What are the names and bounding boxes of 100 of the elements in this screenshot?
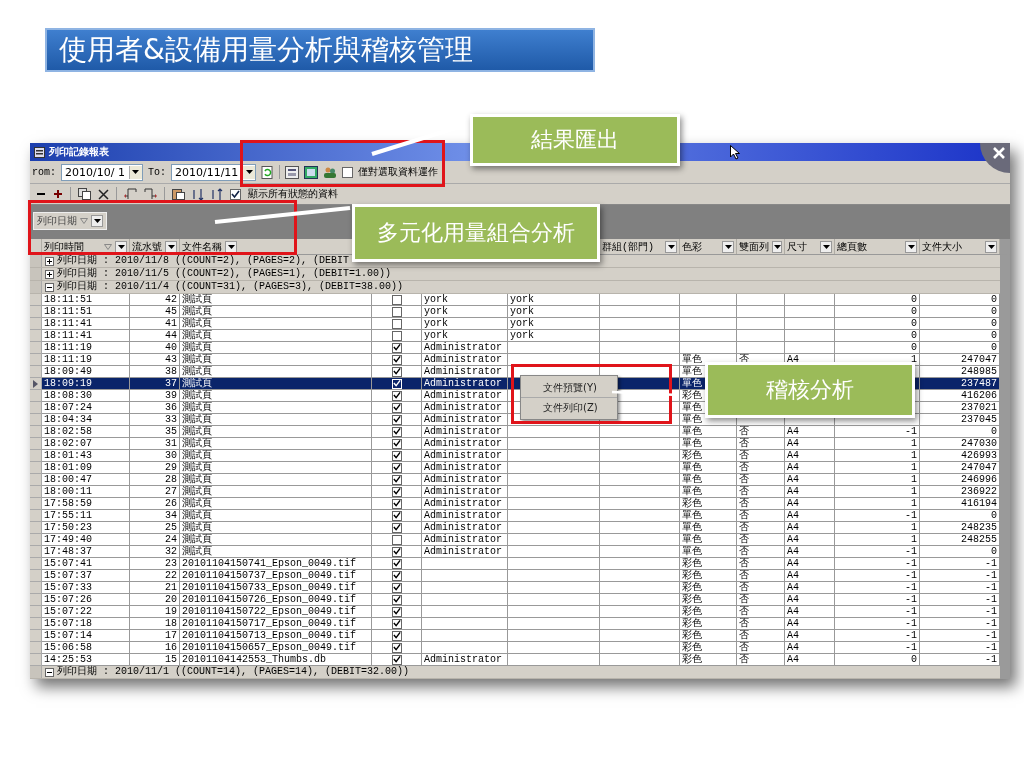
checkbox[interactable] — [391, 306, 402, 317]
dropdown-button[interactable] — [225, 240, 237, 253]
checkbox[interactable] — [391, 330, 402, 341]
clipboard-icon[interactable] — [172, 188, 185, 200]
indent-icon[interactable] — [124, 188, 137, 200]
row-selector[interactable] — [30, 378, 42, 390]
checkbox[interactable] — [391, 402, 402, 413]
group-by-chip[interactable]: 列印日期 — [33, 212, 107, 230]
copy-icon[interactable] — [78, 188, 91, 200]
table-row[interactable]: 15:07:26 20 20101104150726_Epson_0049.tif 彩色 否 A4 -1 -1 — [30, 594, 1000, 606]
checkbox[interactable] — [391, 582, 402, 593]
checkbox[interactable] — [391, 606, 402, 617]
caret-icon[interactable] — [724, 244, 732, 249]
checkbox[interactable] — [391, 366, 402, 377]
table-row[interactable]: 18:00:11 27 測試頁 Administrator 單色 否 A4 1 236922 — [30, 486, 1000, 498]
column-header[interactable]: 流水號 — [132, 239, 162, 254]
caret-icon[interactable] — [117, 244, 125, 249]
table-row[interactable]: 15:07:14 17 20101104150713_Epson_0049.tif 彩色 否 A4 -1 -1 — [30, 630, 1000, 642]
checkbox[interactable] — [391, 522, 402, 533]
dropdown-button[interactable] — [665, 240, 677, 253]
table-row[interactable]: 18:11:19 40 測試頁 Administrator 0 0 — [30, 342, 1000, 354]
caret-icon[interactable] — [907, 244, 915, 249]
table-row[interactable]: 17:50:23 25 測試頁 Administrator 單色 否 A4 1 248235 — [30, 522, 1000, 534]
checkbox[interactable] — [391, 642, 402, 653]
checkbox[interactable] — [391, 546, 402, 557]
column-header[interactable]: 雙面列 — [739, 239, 769, 254]
table-row[interactable]: 17:49:40 24 測試頁 Administrator 單色 否 A4 1 248255 — [30, 534, 1000, 546]
column-header[interactable]: 群組(部門) — [602, 239, 654, 254]
caret-icon[interactable] — [667, 244, 675, 249]
checkbox[interactable] — [391, 450, 402, 461]
refresh-icon[interactable] — [261, 165, 275, 179]
checkbox[interactable] — [391, 630, 402, 641]
checkbox[interactable] — [391, 570, 402, 581]
dropdown-button[interactable] — [115, 240, 127, 253]
checkbox[interactable] — [391, 426, 402, 437]
dropdown-button[interactable] — [722, 240, 734, 253]
checkbox[interactable] — [391, 390, 402, 401]
people-icon[interactable] — [323, 165, 338, 179]
dropdown-button[interactable] — [905, 240, 917, 253]
table-row[interactable]: 18:02:58 35 測試頁 Administrator 單色 否 A4 -1 0 — [30, 426, 1000, 438]
table-row[interactable]: 18:11:51 42 測試頁 york york 0 0 — [30, 294, 1000, 306]
table-row[interactable]: 17:48:37 32 測試頁 Administrator 單色 否 A4 -1 0 — [30, 546, 1000, 558]
date-field[interactable]: 2010/11/11 — [170, 163, 257, 181]
table-row[interactable]: 14:25:53 15 20101104142553_Thumbs.db Administrator 彩色 否 A4 0 -1 — [30, 654, 1000, 666]
caret-icon[interactable] — [167, 244, 175, 249]
document-icon[interactable] — [285, 165, 300, 179]
close-button[interactable] — [980, 143, 1010, 173]
caret-icon[interactable] — [132, 170, 140, 174]
checkbox[interactable] — [391, 654, 402, 665]
checkbox[interactable] — [391, 354, 402, 365]
column-header[interactable]: 總頁數 — [837, 239, 867, 254]
caret-icon[interactable] — [227, 244, 235, 249]
table-row[interactable]: 18:01:09 29 測試頁 Administrator 單色 否 A4 1 247047 — [30, 462, 1000, 474]
caret-icon[interactable] — [987, 244, 995, 249]
outdent-icon[interactable] — [144, 188, 157, 200]
checkbox[interactable] — [391, 294, 402, 305]
table-row[interactable]: 17:55:11 34 測試頁 Administrator 單色 否 A4 -1 0 — [30, 510, 1000, 522]
checkbox[interactable] — [342, 166, 354, 178]
table-row[interactable]: 18:00:47 28 測試頁 Administrator 單色 否 A4 1 246996 — [30, 474, 1000, 486]
delete-icon[interactable] — [98, 188, 109, 200]
close-icon[interactable] — [992, 146, 1006, 160]
table-row[interactable]: 18:02:07 31 測試頁 Administrator 單色 否 A4 1 247030 — [30, 438, 1000, 450]
caret-icon[interactable] — [245, 170, 253, 174]
table-row[interactable]: 18:11:51 45 測試頁 york york 0 0 — [30, 306, 1000, 318]
checkbox[interactable] — [391, 462, 402, 473]
sort-ascending-icon[interactable] — [192, 187, 204, 201]
checkbox[interactable] — [391, 414, 402, 425]
table-row[interactable]: 18:11:41 44 測試頁 york york 0 0 — [30, 330, 1000, 342]
table-row[interactable]: 15:07:18 18 20101104150717_Epson_0049.tif 彩色 否 A4 -1 -1 — [30, 618, 1000, 630]
checkbox[interactable] — [391, 594, 402, 605]
sort-descending-icon[interactable] — [211, 187, 223, 201]
table-row[interactable]: 15:07:22 19 20101104150722_Epson_0049.tif 彩色 否 A4 -1 -1 — [30, 606, 1000, 618]
dropdown-button[interactable] — [165, 240, 177, 253]
checkbox[interactable] — [391, 558, 402, 569]
collapse-icon[interactable] — [45, 667, 54, 677]
checkbox[interactable] — [391, 474, 402, 485]
checkbox[interactable] — [391, 318, 402, 329]
table-row[interactable]: 18:01:43 30 測試頁 Administrator 彩色 否 A4 1 426993 — [30, 450, 1000, 462]
checkbox[interactable] — [391, 534, 402, 545]
table-row[interactable]: 15:06:58 16 20101104150657_Epson_0049.tif 彩色 否 A4 -1 -1 — [30, 642, 1000, 654]
checkbox[interactable] — [391, 498, 402, 509]
column-header[interactable]: 色彩 — [682, 239, 702, 254]
table-row[interactable]: 15:07:33 21 20101104150733_Epson_0049.tif 彩色 否 A4 -1 -1 — [30, 582, 1000, 594]
menu-item[interactable]: 文件列印(Z) — [521, 397, 617, 417]
date-field[interactable]: 2010/10/ 1 — [61, 163, 143, 181]
table-row[interactable]: 18:11:41 41 測試頁 york york 0 0 — [30, 318, 1000, 330]
column-header[interactable]: 列印時間 — [44, 239, 84, 254]
checkbox[interactable] — [391, 438, 402, 449]
caret-icon[interactable] — [773, 244, 781, 249]
expand-icon[interactable] — [45, 256, 54, 266]
spreadsheet-icon[interactable] — [304, 165, 319, 179]
caret-icon[interactable] — [93, 219, 101, 223]
expand-icon[interactable] — [45, 269, 54, 279]
plus-icon[interactable] — [53, 189, 63, 199]
checkbox[interactable] — [391, 486, 402, 497]
checkbox[interactable] — [391, 342, 402, 353]
column-header[interactable]: 文件大小 — [922, 239, 962, 254]
dropdown-button[interactable] — [820, 240, 832, 253]
column-header[interactable]: 尺寸 — [787, 239, 807, 254]
checkbox[interactable] — [391, 510, 402, 521]
